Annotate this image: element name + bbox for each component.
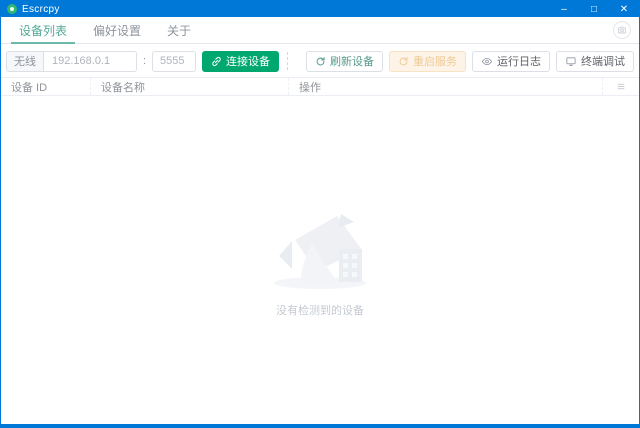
ip-port-separator: : <box>142 55 146 67</box>
tab-about[interactable]: 关于 <box>167 17 191 43</box>
restart-service-button[interactable]: 重启服务 <box>389 50 466 72</box>
empty-state: 没有检测到的设备 <box>1 194 639 318</box>
refresh-devices-button[interactable]: 刷新设备 <box>306 50 383 72</box>
toolbar-divider <box>287 52 288 70</box>
connect-device-label: 连接设备 <box>226 56 270 68</box>
device-toolbar: 无线 : 连接设备 刷新设备 重启服务 <box>1 49 639 73</box>
terminal-monitor-icon <box>566 56 576 66</box>
tab-preferences[interactable]: 偏好设置 <box>93 17 141 43</box>
link-icon <box>212 56 221 66</box>
minimize-button[interactable]: – <box>549 1 579 17</box>
tab-device-list[interactable]: 设备列表 <box>10 17 76 44</box>
empty-illustration-icon <box>274 214 366 289</box>
connect-device-button[interactable]: 连接设备 <box>202 50 279 72</box>
tab-bar: 设备列表 偏好设置 关于 <box>1 17 639 44</box>
camera-icon <box>618 26 626 34</box>
app-window: Escrcpy – □ ✕ 设备列表 偏好设置 关于 无线 : <box>0 0 640 428</box>
column-settings-button[interactable] <box>603 78 639 95</box>
refresh-devices-label: 刷新设备 <box>330 56 374 68</box>
eye-icon <box>481 57 493 65</box>
empty-state-text: 没有检测到的设备 <box>276 305 364 317</box>
app-logo-icon <box>7 4 17 14</box>
titlebar: Escrcpy – □ ✕ <box>1 1 639 17</box>
terminal-debug-button[interactable]: 终端调试 <box>556 50 634 72</box>
window-title: Escrcpy <box>22 3 60 15</box>
restart-icon <box>399 56 408 65</box>
tab-preferences-label: 偏好设置 <box>93 23 142 38</box>
restart-service-label: 重启服务 <box>413 56 457 68</box>
column-header-actions: 操作 <box>289 78 603 95</box>
terminal-debug-label: 终端调试 <box>581 56 625 68</box>
ip-address-input[interactable] <box>44 51 136 71</box>
column-header-device-name: 设备名称 <box>91 78 289 95</box>
wireless-mode-label[interactable]: 无线 <box>7 51 44 71</box>
run-logs-button[interactable]: 运行日志 <box>472 50 550 72</box>
port-input[interactable] <box>152 50 196 72</box>
run-logs-label: 运行日志 <box>497 56 541 68</box>
device-table-body: 没有检测到的设备 <box>1 96 639 424</box>
refresh-icon <box>316 56 325 65</box>
close-button[interactable]: ✕ <box>609 1 639 17</box>
tab-device-list-label: 设备列表 <box>19 23 68 38</box>
list-menu-icon <box>617 83 625 90</box>
wireless-address-group: 无线 <box>6 50 137 72</box>
device-table-header: 设备 ID 设备名称 操作 <box>1 77 639 96</box>
tab-about-label: 关于 <box>167 23 192 38</box>
camera-screenshot-button[interactable] <box>613 21 631 39</box>
maximize-button[interactable]: □ <box>579 1 609 17</box>
column-header-device-id: 设备 ID <box>1 78 91 95</box>
